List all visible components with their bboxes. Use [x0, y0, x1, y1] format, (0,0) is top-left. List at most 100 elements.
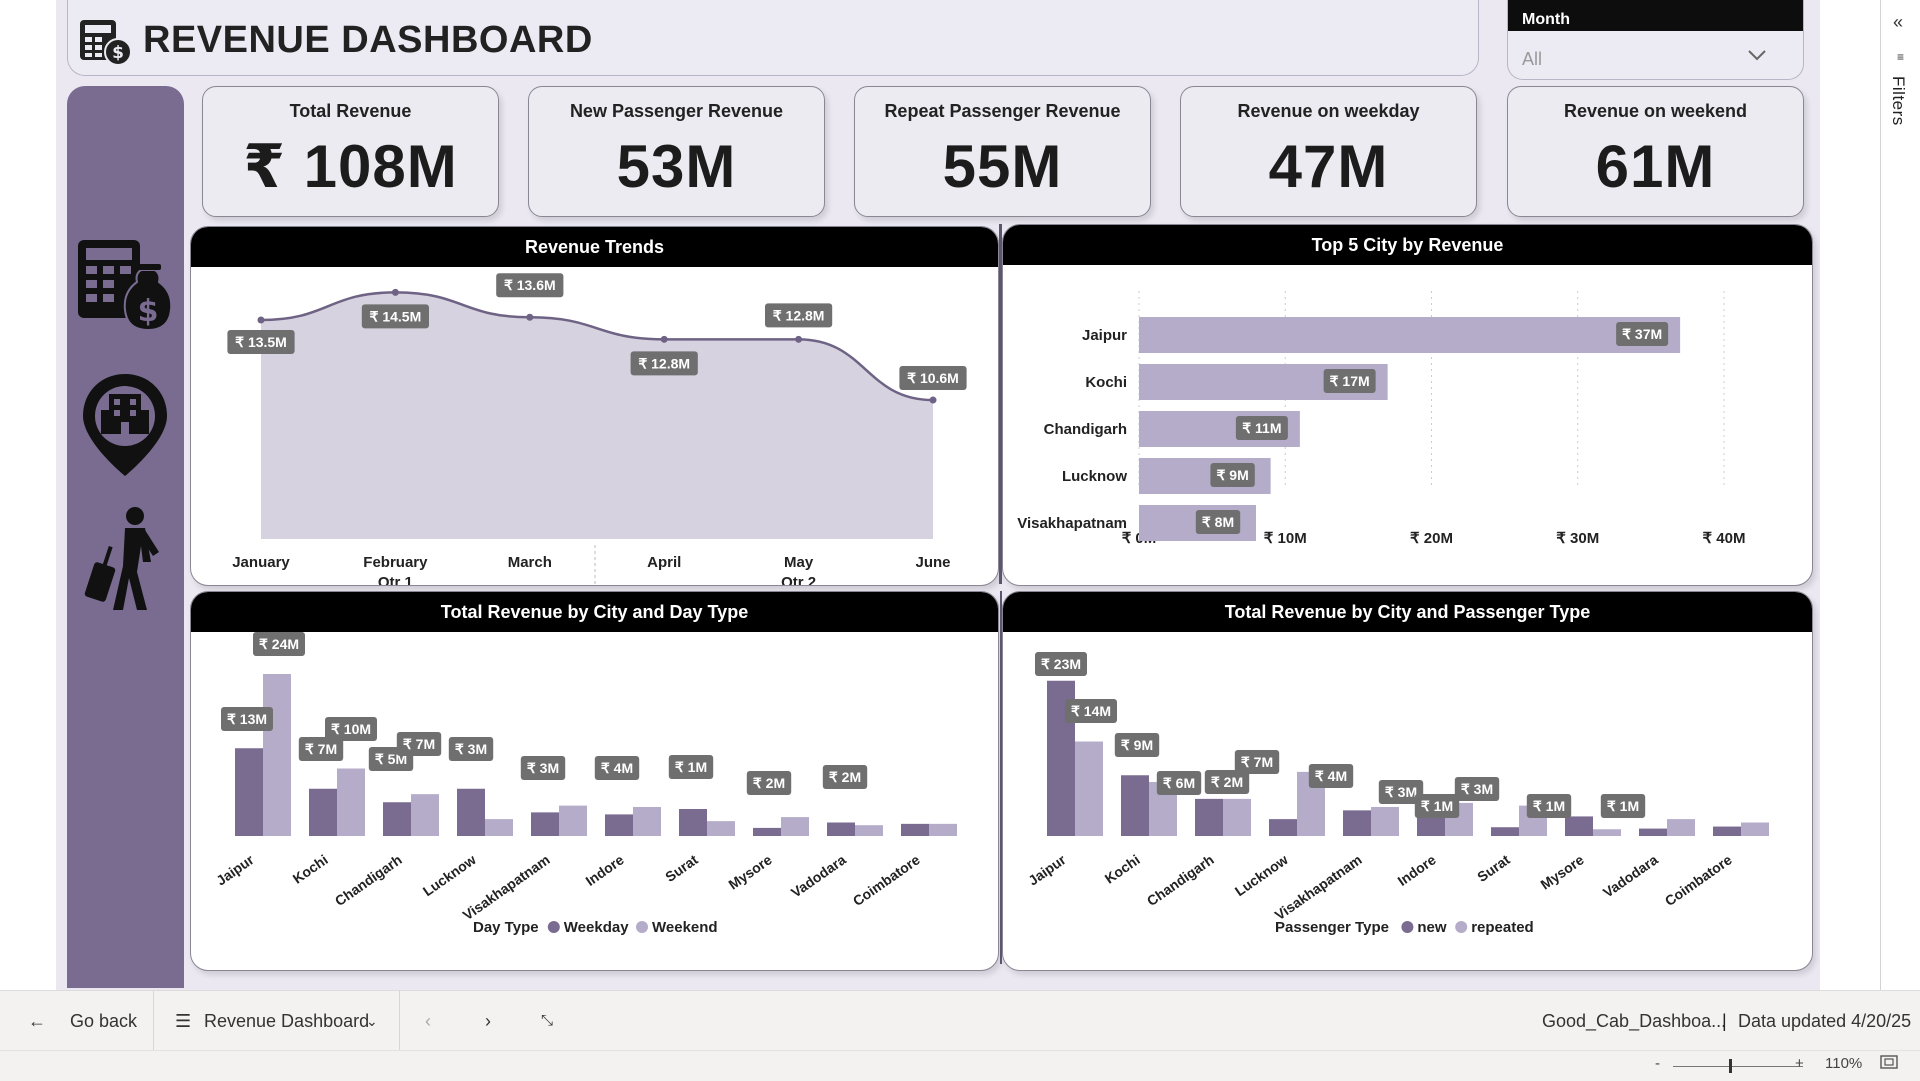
bar-weekend: [559, 805, 587, 836]
bar-repeated: [1223, 798, 1251, 836]
bar-data-label: ₹ 7M: [305, 741, 337, 757]
legend-title: Day Type: [473, 919, 539, 936]
x-tick-label: Jaipur: [1025, 851, 1069, 889]
legend: Day Type Weekday Weekend: [473, 919, 718, 936]
legend-title: Passenger Type: [1275, 919, 1389, 936]
go-back-button[interactable]: Go back: [70, 991, 137, 1051]
top5-city-panel[interactable]: Top 5 City by Revenue ₹ 0M₹ 10M₹ 20M₹ 30…: [1002, 224, 1813, 586]
revenue-trends-chart[interactable]: ₹ 13.5M ₹ 14.5M ₹ 13.6M ₹ 12.8M ₹ 12.8M ₹ 10.…: [191, 267, 999, 586]
kpi-value: 47M: [1268, 133, 1389, 200]
x-tick-label: Indore: [582, 851, 626, 889]
passenger-luggage-icon[interactable]: [79, 506, 171, 616]
bar-data-label: ₹ 2M: [753, 775, 785, 791]
bar-data-label: ₹ 4M: [601, 760, 633, 776]
x-tick-label: Mysore: [1537, 851, 1587, 892]
x-tick-label: February: [363, 554, 428, 571]
bar-data-label: ₹ 3M: [455, 741, 487, 757]
bar-data-label: ₹ 1M: [1607, 798, 1639, 814]
bar-weekday: [827, 822, 855, 836]
trend-data-label: ₹ 13.5M: [235, 334, 287, 350]
bar-new: [1417, 817, 1445, 836]
x-tick-label: Vadodara: [1600, 851, 1661, 900]
x-tick-label: May: [784, 554, 814, 571]
panel-divider: [999, 224, 1002, 584]
slicer-selected-value[interactable]: All: [1522, 49, 1542, 70]
bar-weekday: [531, 812, 559, 836]
legend-label: new: [1417, 919, 1447, 936]
zoom-in-button[interactable]: +: [1795, 1055, 1804, 1072]
bar-new: [1491, 827, 1519, 836]
top5-city-chart[interactable]: ₹ 0M₹ 10M₹ 20M₹ 30M₹ 40MJaipur₹ 37MKochi…: [1003, 265, 1813, 586]
x-tick-label: ₹ 10M: [1264, 530, 1307, 547]
page-selector[interactable]: Revenue Dashboard: [204, 991, 369, 1051]
collapse-view-icon[interactable]: ⤡: [541, 991, 553, 1051]
bar-weekend: [855, 825, 883, 836]
city-daytype-panel[interactable]: Total Revenue by City and Day Type Jaipu…: [190, 591, 999, 971]
city-daytype-chart[interactable]: Jaipur Kochi Chandigarh LucknowVisakhapatna…: [191, 632, 999, 971]
filters-pane[interactable]: [1880, 0, 1920, 990]
trend-point: [795, 335, 803, 343]
revenue-trends-panel[interactable]: Revenue Trends ₹ 13.5M ₹ 14.5M ₹ 13.6M ₹ 12…: [190, 226, 999, 586]
bar-weekend: [633, 806, 661, 836]
x-tick-label: Lucknow: [1232, 851, 1291, 899]
zoom-slider-thumb[interactable]: [1729, 1059, 1732, 1073]
x-tick-label: Lucknow: [420, 851, 479, 899]
bar-data-label: ₹ 37M: [1622, 326, 1662, 342]
chevron-down-icon[interactable]: [1747, 48, 1767, 67]
kpi-repeat-passenger-revenue: Repeat Passenger Revenue 55M: [854, 86, 1151, 217]
kpi-label: Revenue on weekend: [1563, 101, 1748, 121]
city-passenger-chart[interactable]: Jaipur Kochi Chandigarh LucknowVisakhapatna…: [1003, 632, 1813, 971]
legend-label: Weekday: [564, 919, 629, 936]
kpi-value: ₹ 108M: [243, 133, 458, 200]
report-footer: ← Go back ☰ Revenue Dashboard ⌄ ‹ › ⤡ Go…: [0, 990, 1920, 1051]
svg-text:$: $: [138, 294, 159, 329]
filters-label[interactable]: Filters: [1888, 76, 1908, 126]
sidebar: $: [67, 86, 184, 988]
fit-to-page-icon[interactable]: [1880, 1055, 1898, 1073]
kpi-total-revenue: Total Revenue ₹ 108M: [202, 86, 499, 217]
zoom-out-button[interactable]: -: [1655, 1055, 1660, 1072]
bar-weekday: [753, 827, 781, 836]
page-title: REVENUE DASHBOARD: [143, 19, 593, 61]
kpi-label: Total Revenue: [289, 101, 412, 121]
y-tick-label: Lucknow: [1062, 468, 1127, 485]
previous-page-icon[interactable]: ‹: [425, 991, 431, 1051]
city-passenger-panel[interactable]: Total Revenue by City and Passenger Type…: [1002, 591, 1813, 971]
bar-new: [1195, 798, 1223, 836]
zoom-slider[interactable]: [1673, 1066, 1803, 1067]
collapse-icon[interactable]: «: [1893, 12, 1903, 33]
x-tick-label: June: [915, 554, 950, 571]
trend-point: [526, 313, 534, 321]
x-tick-label: Kochi: [290, 851, 331, 886]
filter-options-icon[interactable]: ≡: [1897, 50, 1904, 64]
revenue-money-bag-icon[interactable]: $: [75, 234, 175, 334]
chevron-down-icon[interactable]: ⌄: [366, 991, 378, 1051]
bar-new: [1639, 828, 1667, 836]
pages-list-icon[interactable]: ☰: [175, 991, 191, 1051]
bar-data-label: ₹ 4M: [1315, 768, 1347, 784]
kpi-value: 61M: [1595, 133, 1716, 200]
trend-point: [391, 288, 399, 296]
kpi-revenue-weekend: Revenue on weekend 61M: [1507, 86, 1804, 217]
x-tick-label: April: [647, 554, 681, 571]
x-tick-label: ₹ 40M: [1703, 530, 1746, 547]
month-slicer[interactable]: Month All: [1507, 0, 1804, 80]
city-location-pin-icon[interactable]: [79, 370, 171, 480]
bar-data-label: ₹ 1M: [675, 759, 707, 775]
legend-swatch: [1401, 921, 1414, 933]
bar-weekend: [411, 794, 439, 836]
legend-swatch: [636, 921, 648, 933]
bar-weekend: [485, 819, 513, 836]
bar-data-label: ₹ 2M: [1211, 774, 1243, 790]
trend-data-label: ₹ 14.5M: [370, 308, 422, 324]
bar-data-label: ₹ 23M: [1041, 656, 1081, 672]
back-arrow-icon[interactable]: ←: [28, 991, 46, 1051]
trend-point: [257, 316, 265, 324]
next-page-icon[interactable]: ›: [485, 991, 491, 1051]
bar-data-label: ₹ 9M: [1217, 467, 1249, 483]
panel-divider: [1000, 591, 1002, 964]
y-tick-label: Chandigarh: [1044, 421, 1127, 438]
trend-data-label: ₹ 12.8M: [638, 355, 690, 371]
kpi-revenue-weekday: Revenue on weekday 47M: [1180, 86, 1477, 217]
bar-data-label: ₹ 3M: [1385, 784, 1417, 800]
